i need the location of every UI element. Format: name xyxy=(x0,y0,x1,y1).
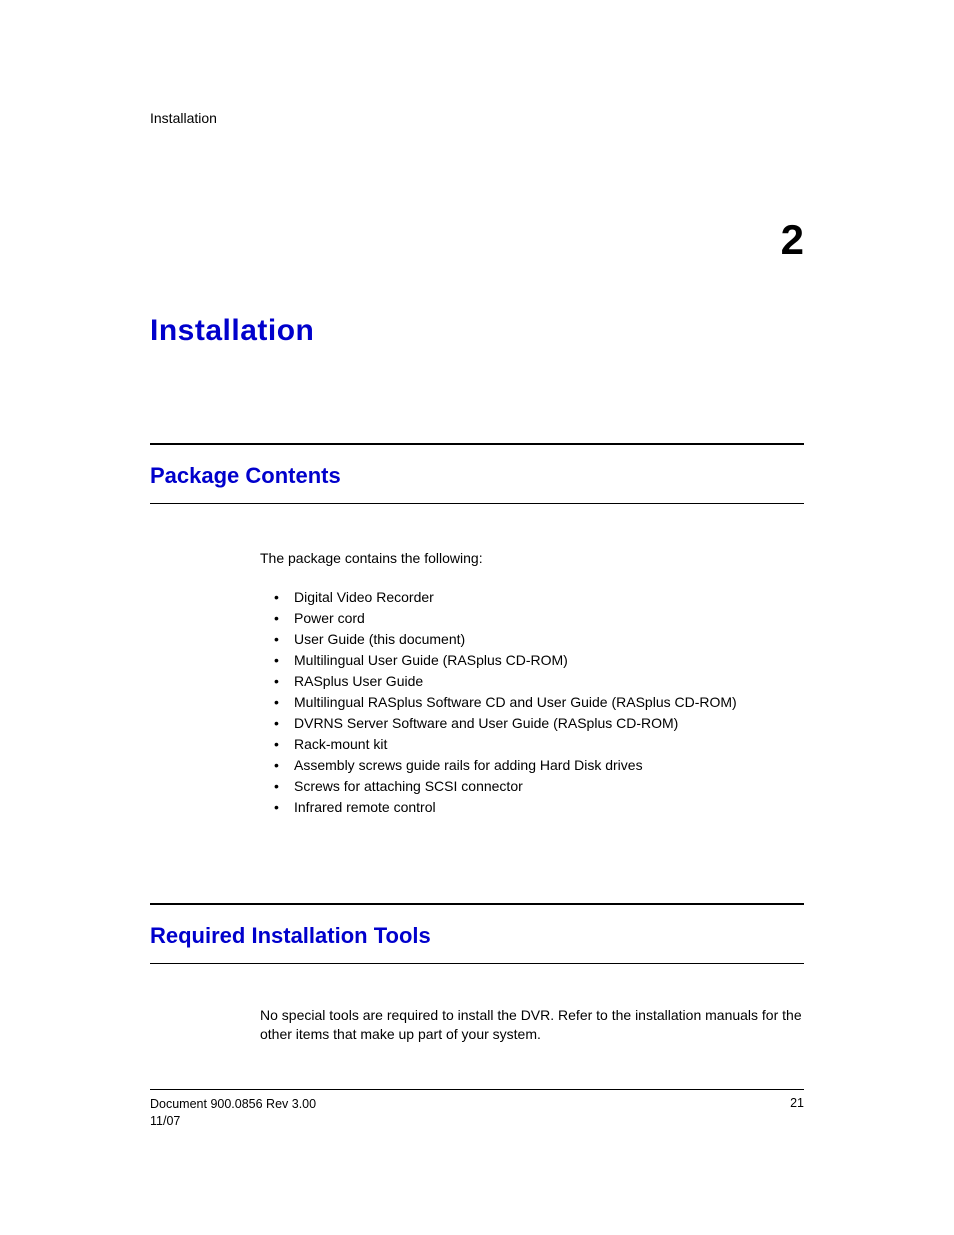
package-contents-body: The package contains the following: Digi… xyxy=(260,549,804,818)
required-tools-section: Required Installation Tools No special t… xyxy=(150,903,804,1045)
list-item: RASplus User Guide xyxy=(274,671,804,692)
list-item: Infrared remote control xyxy=(274,797,804,818)
required-tools-body: No special tools are required to install… xyxy=(260,1006,804,1045)
list-item: Screws for attaching SCSI connector xyxy=(274,776,804,797)
package-contents-section: Package Contents The package contains th… xyxy=(150,443,804,818)
required-tools-text: No special tools are required to install… xyxy=(260,1006,804,1045)
page-footer: Document 900.0856 Rev 3.00 11/07 21 xyxy=(150,1089,804,1130)
section-title-package-contents: Package Contents xyxy=(150,463,804,489)
footer-rule xyxy=(150,1089,804,1090)
section-rule-bottom xyxy=(150,503,804,504)
section-title-required-tools: Required Installation Tools xyxy=(150,923,804,949)
package-contents-intro: The package contains the following: xyxy=(260,549,804,569)
package-contents-list: Digital Video Recorder Power cord User G… xyxy=(260,587,804,818)
document-page: Installation 2 Installation Package Cont… xyxy=(0,0,954,1235)
section-rule-bottom xyxy=(150,963,804,964)
list-item: DVRNS Server Software and User Guide (RA… xyxy=(274,713,804,734)
list-item: Rack-mount kit xyxy=(274,734,804,755)
footer-doc-ref: Document 900.0856 Rev 3.00 xyxy=(150,1096,316,1113)
list-item: Multilingual User Guide (RASplus CD-ROM) xyxy=(274,650,804,671)
chapter-title: Installation xyxy=(150,314,804,348)
list-item: Assembly screws guide rails for adding H… xyxy=(274,755,804,776)
list-item: Power cord xyxy=(274,608,804,629)
section-rule-top xyxy=(150,903,804,905)
list-item: Digital Video Recorder xyxy=(274,587,804,608)
list-item: User Guide (this document) xyxy=(274,629,804,650)
footer-left: Document 900.0856 Rev 3.00 11/07 xyxy=(150,1096,316,1130)
footer-date: 11/07 xyxy=(150,1113,316,1130)
section-rule-top xyxy=(150,443,804,445)
list-item: Multilingual RASplus Software CD and Use… xyxy=(274,692,804,713)
page-header-section-name: Installation xyxy=(150,110,804,126)
chapter-number: 2 xyxy=(150,216,804,264)
footer-row: Document 900.0856 Rev 3.00 11/07 21 xyxy=(150,1096,804,1130)
footer-page-number: 21 xyxy=(790,1096,804,1130)
